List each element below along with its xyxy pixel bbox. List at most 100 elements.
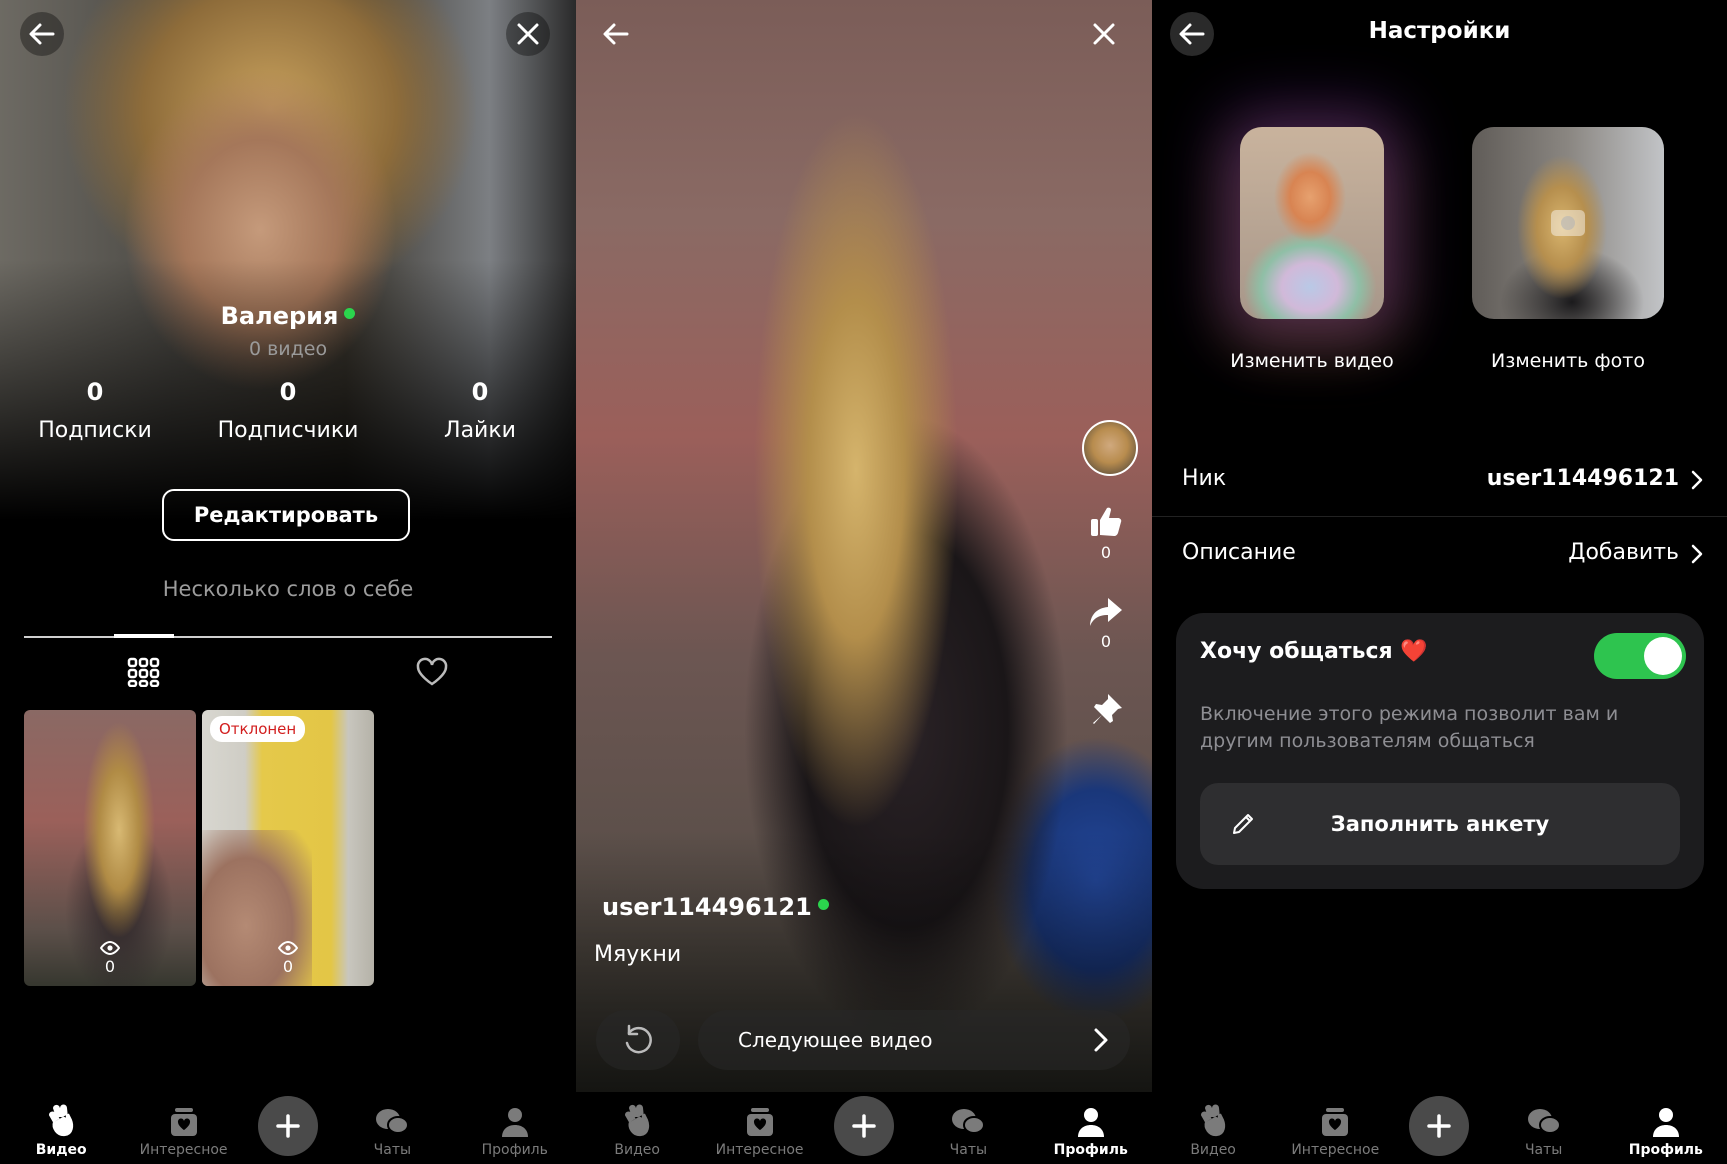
nav-interesting[interactable]: Интересное (136, 1106, 232, 1158)
view-counter: 0 (24, 941, 196, 976)
back-button[interactable] (20, 12, 64, 56)
tab-liked[interactable] (412, 652, 452, 692)
heart-icon (416, 657, 448, 686)
stat-label: Лайки (444, 418, 516, 443)
stat-label: Подписки (38, 418, 152, 443)
stat-following[interactable]: 0 Подписки (0, 378, 190, 443)
chevron-right-icon (1691, 544, 1703, 564)
hand-wave-icon (49, 1104, 74, 1137)
nav-interesting[interactable]: Интересное (712, 1106, 808, 1158)
back-button[interactable] (594, 12, 638, 56)
nav-label: Видео (1190, 1142, 1236, 1158)
nav-video[interactable]: Видео (1165, 1104, 1261, 1158)
chat-bubbles-icon (1527, 1109, 1561, 1134)
chat-mode-toggle[interactable] (1594, 633, 1686, 679)
chat-mode-description: Включение этого режима позволит вам и др… (1200, 703, 1619, 752)
like-count: 0 (1100, 543, 1112, 562)
view-count: 0 (282, 957, 294, 976)
like-action[interactable]: 0 (1078, 505, 1134, 562)
share-action[interactable]: 0 (1078, 596, 1134, 651)
chat-bubbles-icon (376, 1109, 410, 1134)
nav-chats[interactable]: Чаты (344, 1106, 440, 1158)
change-photo-label[interactable]: Изменить фото (1452, 350, 1684, 372)
nav-interesting[interactable]: Интересное (1287, 1106, 1383, 1158)
description-value: Добавить (1568, 540, 1679, 565)
profile-video-preview[interactable] (1240, 127, 1384, 319)
profile-name-row: Валерия (0, 302, 576, 330)
edit-profile-button[interactable]: Редактировать (162, 489, 410, 541)
nav-label: Профиль (481, 1142, 548, 1158)
share-count: 0 (1100, 632, 1112, 651)
chat-mode-card: Хочу общаться ❤️ Включение этого режима … (1176, 613, 1704, 889)
chevron-right-icon (1094, 1028, 1108, 1052)
eye-icon (278, 941, 298, 955)
eye-icon (100, 941, 120, 955)
add-video-button[interactable] (257, 1096, 318, 1156)
active-tab-indicator (114, 634, 174, 638)
nav-video[interactable]: Видео (13, 1104, 109, 1158)
tab-videos-grid[interactable] (124, 652, 164, 692)
pencil-icon (1233, 814, 1253, 834)
add-video-button[interactable] (1409, 1096, 1470, 1156)
settings-screen: Настройки Изменить видео Изменить фото Н… (1152, 0, 1727, 1164)
nick-row[interactable]: Ник user114496121 (1152, 444, 1727, 516)
stat-followers[interactable]: 0 Подписчики (193, 378, 383, 443)
video-frame[interactable] (576, 0, 1152, 1092)
stat-likes[interactable]: 0 Лайки (385, 378, 575, 443)
author-username: user114496121 (602, 893, 812, 921)
nav-video[interactable]: Видео (589, 1104, 685, 1158)
online-indicator (817, 898, 829, 910)
bio-placeholder[interactable]: Несколько слов о себе (0, 577, 576, 601)
close-button[interactable] (506, 12, 550, 56)
author-avatar[interactable] (1082, 420, 1138, 476)
person-icon (1652, 1108, 1679, 1137)
view-counter: 0 (202, 941, 374, 976)
pin-action[interactable] (1078, 692, 1134, 730)
plus-icon (276, 1114, 300, 1138)
next-video-label: Следующее видео (738, 1028, 933, 1052)
interesting-icon (1322, 1108, 1349, 1136)
video-count: 0 видео (248, 338, 328, 360)
description-row[interactable]: Описание Добавить (1152, 518, 1727, 590)
change-video-label[interactable]: Изменить видео (1204, 350, 1420, 372)
nav-label: Профиль (1053, 1142, 1128, 1158)
video-thumbnail[interactable]: Отклонен 0 (202, 710, 374, 986)
video-player-screen: 0 0 user114496121 Мяукни Следующее видео… (576, 0, 1152, 1164)
nav-profile[interactable]: Профиль (1043, 1106, 1139, 1158)
bottom-nav: Видео Интересное Чаты Профиль (1152, 1092, 1727, 1164)
plus-icon (852, 1114, 876, 1138)
nav-label: Видео (614, 1142, 660, 1158)
close-button[interactable] (1082, 12, 1126, 56)
next-video-button[interactable]: Следующее видео (698, 1010, 1130, 1070)
nick-label: Ник (1182, 466, 1227, 491)
nav-profile[interactable]: Профиль (467, 1106, 563, 1158)
add-video-button[interactable] (833, 1096, 894, 1156)
tabs-divider (24, 636, 552, 638)
chevron-right-icon (1691, 470, 1703, 490)
replay-button[interactable] (596, 1010, 680, 1070)
grid-icon (127, 657, 160, 687)
close-icon (517, 23, 539, 45)
share-arrow-icon (1090, 598, 1122, 626)
divider (1152, 516, 1727, 517)
thumbs-up-icon (1091, 507, 1122, 536)
nav-label: Чаты (373, 1142, 412, 1158)
nav-chats[interactable]: Чаты (920, 1106, 1016, 1158)
nav-profile[interactable]: Профиль (1618, 1106, 1714, 1158)
page-title: Настройки (1368, 18, 1511, 44)
fill-questionnaire-button[interactable]: Заполнить анкету (1200, 783, 1680, 865)
video-thumbnail[interactable]: 0 (24, 710, 196, 986)
video-author[interactable]: user114496121 (602, 893, 829, 921)
camera-icon (1551, 210, 1585, 236)
fill-questionnaire-label: Заполнить анкету (1330, 812, 1550, 836)
stat-label: Подписчики (217, 418, 359, 443)
nav-chats[interactable]: Чаты (1496, 1106, 1592, 1158)
profile-screen: Валерия 0 видео 0 Подписки 0 Подписчики … (0, 0, 576, 1164)
arrow-left-icon (29, 23, 55, 45)
profile-photo-preview[interactable] (1472, 127, 1664, 319)
nick-value: user114496121 (1486, 466, 1679, 491)
stat-value: 0 (471, 378, 489, 406)
person-icon (501, 1108, 528, 1137)
nav-label: Профиль (1628, 1142, 1703, 1158)
arrow-left-icon (603, 23, 629, 45)
